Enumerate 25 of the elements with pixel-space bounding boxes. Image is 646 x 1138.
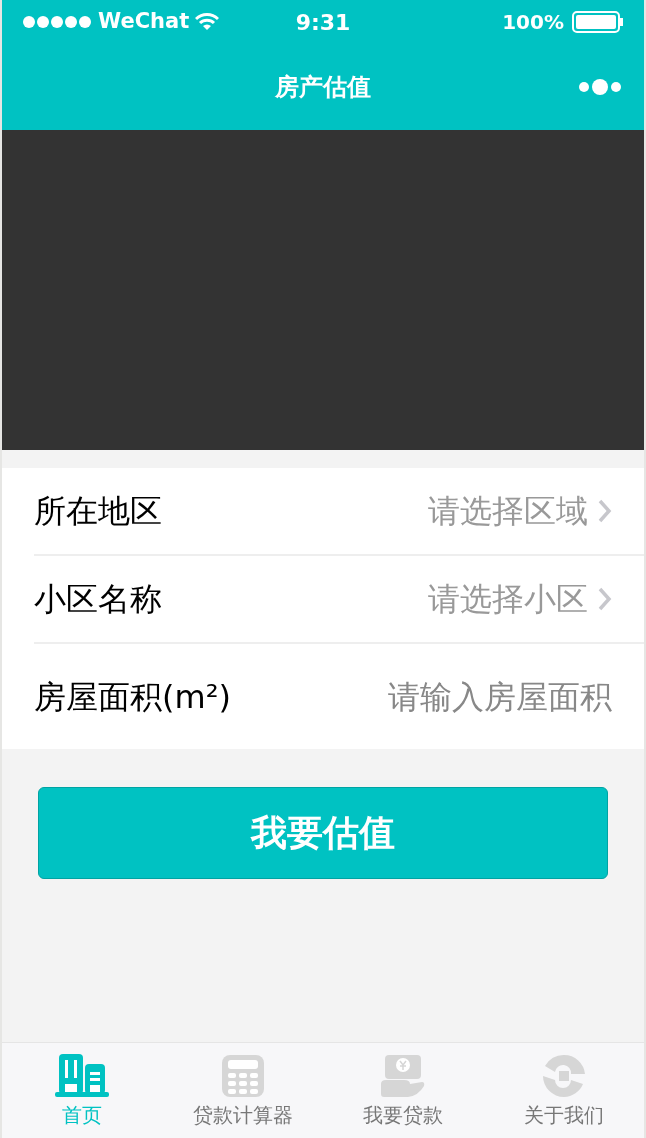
tab-item[interactable]: 贷款计算器 <box>162 1043 323 1138</box>
page-title: 房产估值 <box>275 72 371 103</box>
buildings-icon <box>55 1052 110 1098</box>
wifi-icon <box>195 13 220 31</box>
input-field[interactable]: 请输入房屋面积 <box>362 672 612 721</box>
circle-logo-icon <box>540 1054 587 1098</box>
chevron-right-icon <box>598 587 612 611</box>
battery-icon <box>572 11 624 33</box>
field-label: 所在地区 <box>34 491 162 532</box>
signal-icon <box>22 15 92 29</box>
tab-item[interactable]: 我要贷款 <box>323 1043 484 1138</box>
field-label: 房屋面积(m²) <box>34 676 231 718</box>
tab-item[interactable]: 首页 <box>2 1043 163 1138</box>
select-field[interactable]: 请选择区域 <box>428 487 612 535</box>
select-field[interactable]: 请选择小区 <box>428 575 612 623</box>
hand-coin-icon <box>380 1054 427 1098</box>
submit-button[interactable]: 我要估值 <box>38 787 608 879</box>
more-icon[interactable] <box>578 78 622 96</box>
carrier-name: WeChat <box>98 8 190 36</box>
tab-item[interactable]: 关于我们 <box>483 1043 644 1138</box>
field-label: 小区名称 <box>34 579 162 620</box>
calculator-icon <box>220 1054 265 1098</box>
chevron-right-icon <box>598 499 612 523</box>
battery-percent: 100% <box>502 9 564 36</box>
status-time: 9:31 <box>295 8 351 37</box>
